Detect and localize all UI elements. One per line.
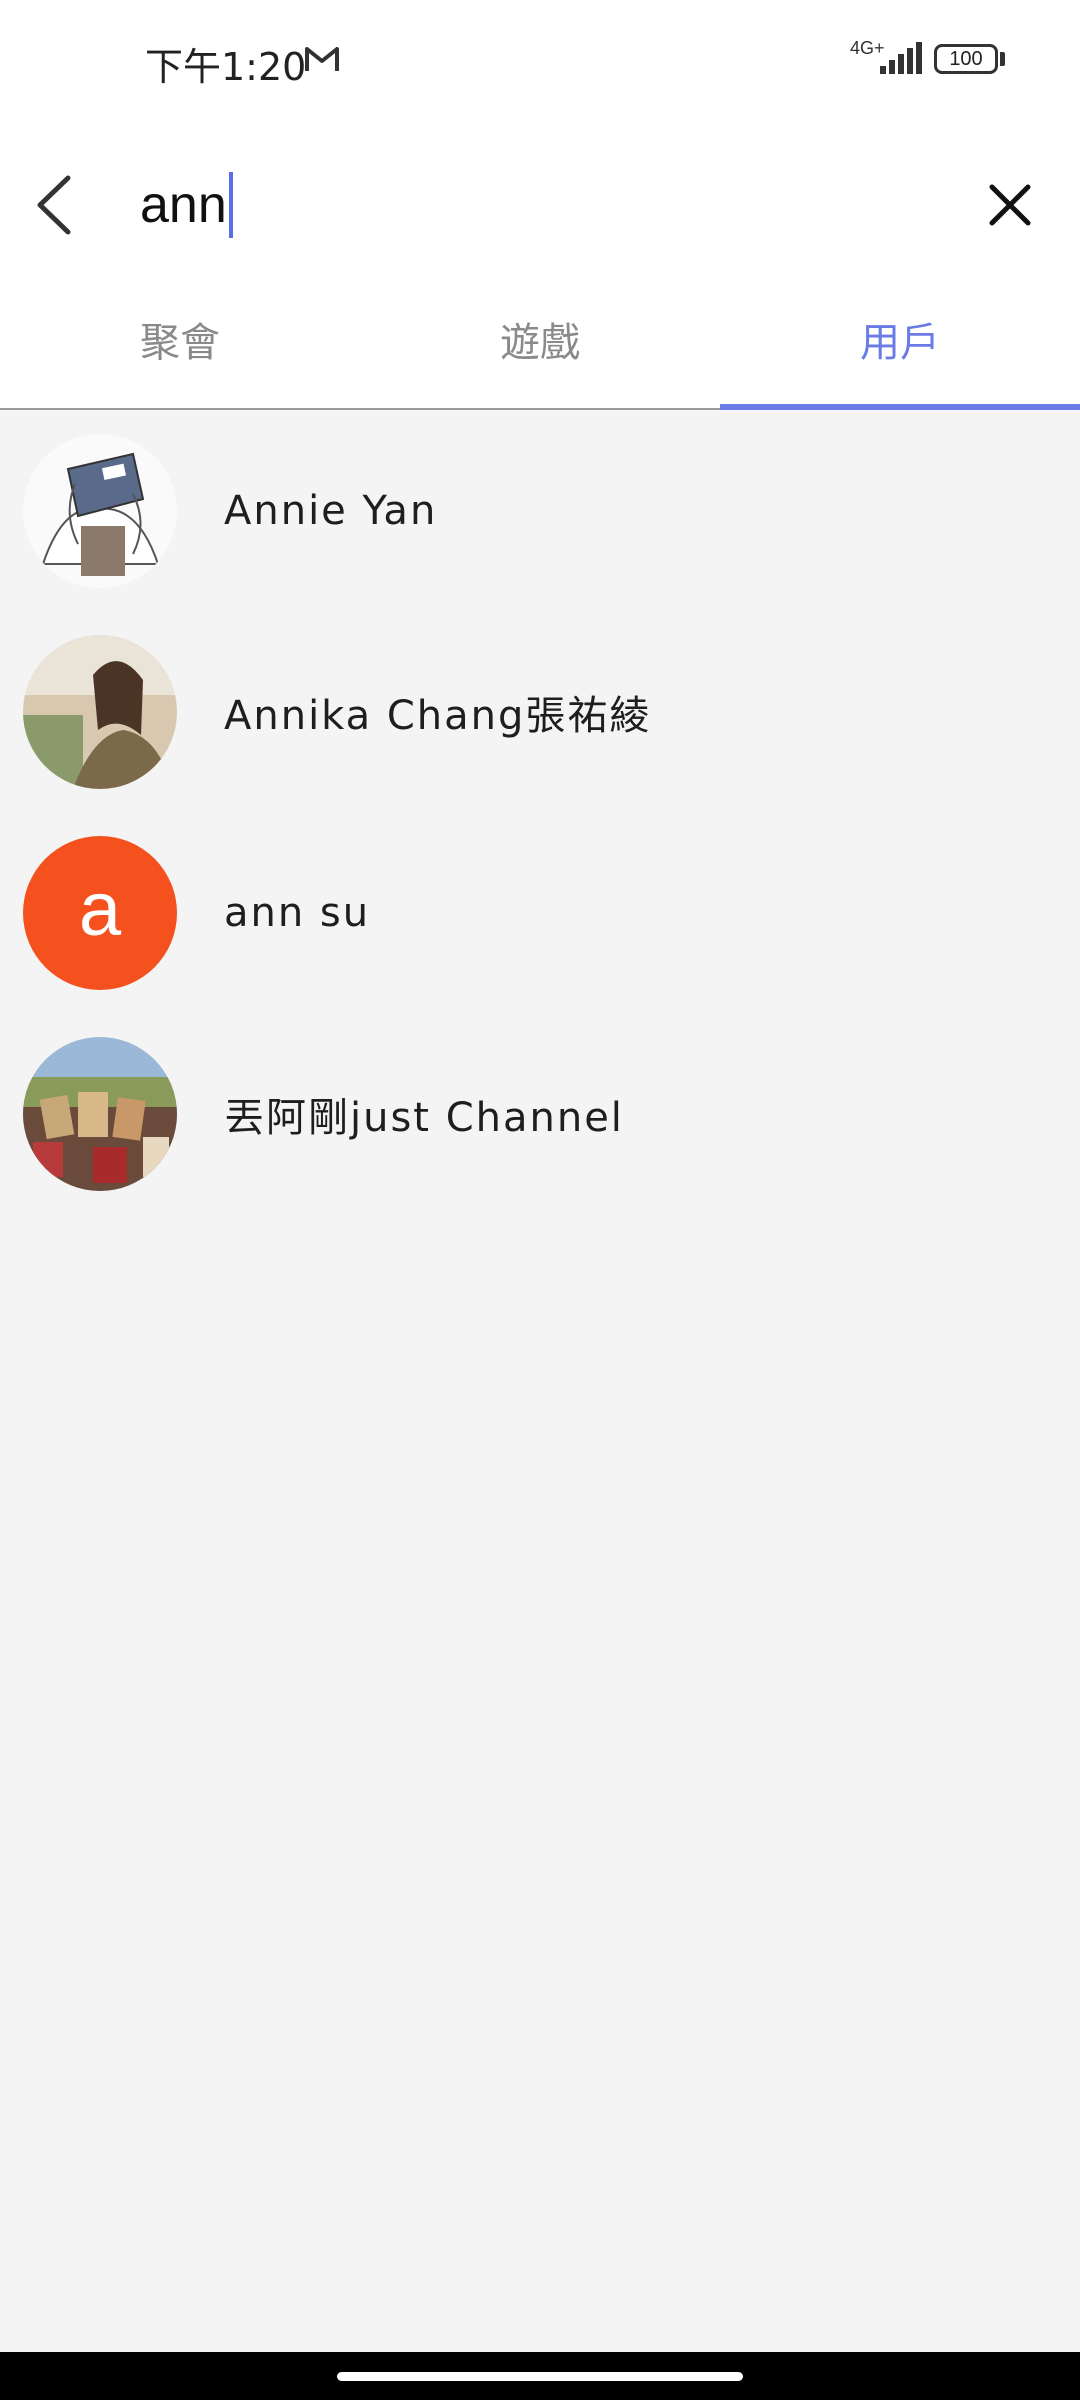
user-list: Annie Yan Annika Chang張祐綾 a ann su 丟阿剛ju…: [0, 410, 1080, 1214]
tab-games[interactable]: 遊戲: [360, 290, 720, 408]
status-time: 下午1:20: [145, 45, 307, 89]
search-query: ann: [140, 176, 227, 234]
gmail-icon: [305, 47, 339, 71]
signal-icon: [880, 42, 922, 74]
tab-users[interactable]: 用戶: [720, 290, 1080, 408]
clear-search-button[interactable]: [970, 165, 1050, 245]
battery-tip: [1000, 52, 1005, 66]
text-caret: [228, 172, 233, 238]
tab-parties[interactable]: 聚會: [0, 290, 360, 408]
home-indicator[interactable]: [337, 2372, 743, 2381]
tab-bar: 聚會 遊戲 用戶: [0, 290, 1080, 410]
avatar-letter: a: [78, 866, 122, 952]
chevron-left-icon: [37, 175, 71, 235]
close-icon: [989, 184, 1031, 226]
user-name: Annie Yan: [224, 487, 438, 534]
avatar: [23, 634, 177, 789]
user-name: 丟阿剛just Channel: [224, 1094, 624, 1141]
list-item[interactable]: a ann su: [0, 812, 1080, 1013]
user-name: Annika Chang張祐綾: [224, 692, 652, 739]
list-item[interactable]: 丟阿剛just Channel: [0, 1013, 1080, 1214]
list-item[interactable]: Annie Yan: [0, 410, 1080, 611]
back-button[interactable]: [20, 160, 90, 250]
list-item[interactable]: Annika Chang張祐綾: [0, 611, 1080, 812]
battery-icon: 100: [934, 44, 998, 74]
avatar: [23, 433, 177, 588]
avatar: a: [23, 835, 177, 990]
search-input[interactable]: ann: [140, 160, 940, 250]
avatar: [23, 1036, 177, 1191]
user-name: ann su: [224, 889, 371, 936]
